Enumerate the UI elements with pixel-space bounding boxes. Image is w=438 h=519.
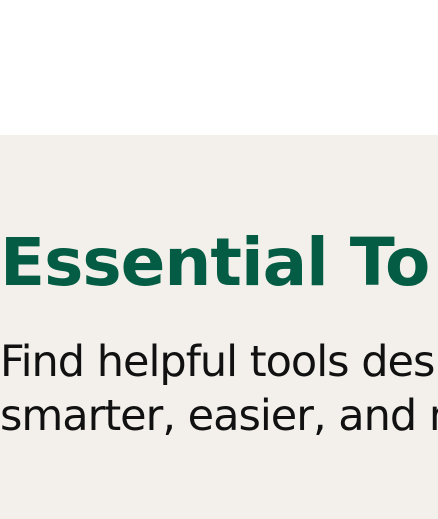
section-description: Find helpful tools desi smarter, easier,… — [0, 335, 438, 443]
page: Essential To Find helpful tools desi sma… — [0, 0, 438, 519]
essential-tools-section: Essential To Find helpful tools desi sma… — [0, 135, 438, 519]
section-description-line: smarter, easier, and m — [0, 391, 438, 441]
section-heading: Essential To — [0, 224, 430, 301]
section-description-line: Find helpful tools desi — [0, 337, 438, 387]
top-whitespace — [0, 0, 438, 135]
